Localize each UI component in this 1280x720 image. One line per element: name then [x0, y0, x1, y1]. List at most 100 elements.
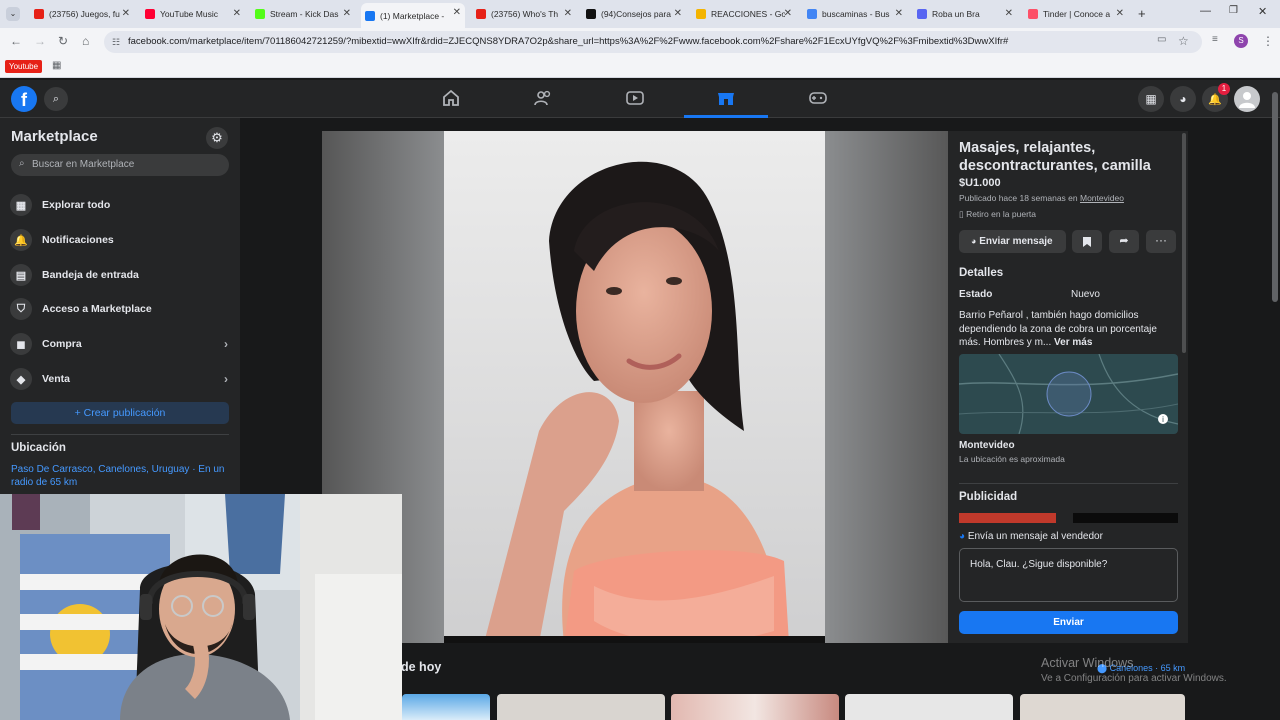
friends-nav-icon[interactable] [533, 88, 553, 108]
restore-button[interactable]: ❐ [1229, 5, 1238, 16]
see-more-link[interactable]: Ver más [1054, 337, 1092, 348]
browser-tab[interactable]: (23756) Juegos, fu ✕ [30, 4, 134, 24]
listing-thumbnail[interactable] [845, 694, 1013, 720]
video-nav-icon[interactable] [625, 88, 645, 108]
listing-price: $U1.000 [959, 177, 1001, 189]
tab-title: (94)Consejos para [601, 9, 671, 19]
tab-close-icon[interactable]: ✕ [453, 7, 461, 18]
chevron-right-icon: › [224, 372, 228, 386]
published-place-link[interactable]: Montevideo [1080, 193, 1124, 203]
listing-published: Publicado hace 18 semanas en Montevideo [959, 193, 1124, 203]
bookmark-star-icon[interactable]: ☆ [1178, 34, 1189, 48]
listing-thumbnail[interactable] [497, 694, 665, 720]
tab-favicon-icon [1028, 9, 1038, 19]
browser-tab[interactable]: buscaminas - Bus ✕ [803, 4, 907, 24]
sidebar-item-label: Explorar todo [42, 199, 111, 211]
shield-icon: ⛉ [10, 298, 32, 320]
profile-avatar[interactable]: S [1234, 34, 1248, 48]
seller-message-heading-text: Envía un mensaje al vendedor [967, 531, 1103, 542]
site-info-icon[interactable]: ☷ [112, 31, 120, 53]
ad-thumbnail[interactable] [959, 513, 1056, 523]
tab-favicon-icon [255, 9, 265, 19]
tab-search-dropdown[interactable]: ⌄ [6, 7, 20, 21]
install-app-icon[interactable]: ▭ [1157, 34, 1166, 45]
browser-tab[interactable]: YouTube Music ✕ [141, 4, 245, 24]
bell-icon: 🔔 [10, 229, 32, 251]
apps-grid-icon[interactable]: ▦ [52, 60, 61, 71]
more-options-button[interactable]: ··· [1146, 230, 1176, 253]
tab-close-icon[interactable]: ✕ [564, 8, 572, 19]
detail-scrollbar[interactable] [1182, 133, 1186, 353]
location-link[interactable]: Paso De Carrasco, Canelones, Uruguay · E… [11, 463, 226, 489]
seller-message-input[interactable]: Hola, Clau. ¿Sigue disponible? [959, 548, 1178, 602]
sidebar-item-acceso-a-marketplace[interactable]: ⛉ Acceso a Marketplace [10, 294, 230, 324]
minimize-button[interactable]: — [1200, 5, 1211, 17]
reading-list-icon[interactable]: ≡ [1212, 34, 1218, 45]
messenger-icon[interactable]: ◕ [1170, 86, 1196, 112]
share-button[interactable]: ➦ [1109, 230, 1139, 253]
settings-gear-icon[interactable]: ⚙ [206, 127, 228, 149]
marketplace-nav-active-bar [684, 115, 768, 118]
tab-close-icon[interactable]: ✕ [895, 8, 903, 19]
tab-close-icon[interactable]: ✕ [1005, 8, 1013, 19]
ad-thumbnail[interactable] [1073, 513, 1178, 523]
forward-icon[interactable]: → [34, 34, 46, 48]
bookmarks-bar: Youtube ▦ [0, 56, 1280, 78]
new-tab-button[interactable]: + [1138, 6, 1146, 21]
marketplace-nav-icon[interactable] [716, 88, 736, 108]
menu-grid-icon[interactable]: ▦ [1138, 86, 1164, 112]
browser-tab[interactable]: Stream - Kick Das ✕ [251, 4, 355, 24]
share-arrow-icon: ➦ [1119, 235, 1129, 247]
tab-close-icon[interactable]: ✕ [122, 8, 130, 19]
browser-tab[interactable]: (23756) Who's Th ✕ [472, 4, 576, 24]
search-icon[interactable]: ⌕ [44, 87, 68, 111]
close-window-button[interactable]: ✕ [1258, 5, 1267, 18]
sidebar-item-compra[interactable]: ◼ Compra › [10, 329, 230, 359]
reload-icon[interactable]: ↻ [58, 34, 68, 48]
browser-tab[interactable]: (94)Consejos para ✕ [582, 4, 686, 24]
send-button[interactable]: Enviar [959, 611, 1178, 634]
home-nav-icon[interactable] [441, 88, 461, 108]
tab-close-icon[interactable]: ✕ [343, 8, 351, 19]
sidebar-item-venta[interactable]: ◆ Venta › [10, 364, 230, 394]
bookmark-youtube[interactable]: Youtube [5, 60, 43, 73]
account-avatar[interactable] [1234, 86, 1260, 112]
chevron-right-icon: › [224, 337, 228, 351]
send-message-button[interactable]: ◕ Enviar mensaje [959, 230, 1066, 253]
gaming-nav-icon[interactable] [808, 88, 828, 108]
tab-close-icon[interactable]: ✕ [233, 8, 241, 19]
listing-thumbnail[interactable] [1020, 694, 1185, 720]
search-marketplace-input[interactable]: ⌕ Buscar en Marketplace [11, 154, 229, 176]
ellipsis-icon: ··· [1155, 233, 1167, 247]
home-icon[interactable]: ⌂ [82, 34, 89, 48]
listing-photo[interactable] [444, 131, 825, 643]
back-icon[interactable]: ← [10, 34, 22, 48]
streamer-webcam-overlay [0, 494, 402, 720]
tab-close-icon[interactable]: ✕ [674, 8, 682, 19]
browser-tab[interactable]: REACCIONES - Go ✕ [692, 4, 796, 24]
sidebar-item-notificaciones[interactable]: 🔔 Notificaciones [10, 225, 230, 255]
sidebar-item-label: Notificaciones [42, 234, 114, 246]
map-note: La ubicación es aproximada [959, 454, 1065, 464]
url-field[interactable]: ☷ facebook.com/marketplace/item/70118604… [104, 31, 1202, 53]
sidebar-title: Marketplace [11, 128, 98, 145]
listing-thumbnail[interactable] [671, 694, 839, 720]
page-scrollbar[interactable] [1272, 92, 1278, 302]
save-button[interactable] [1072, 230, 1102, 253]
browser-tab[interactable]: Tinder | Conoce a ✕ [1024, 4, 1128, 24]
sidebar-item-explorar-todo[interactable]: ▦ Explorar todo [10, 190, 230, 220]
browser-tab[interactable]: (1) Marketplace - ✕ [361, 3, 465, 28]
listing-thumbnail[interactable] [402, 694, 490, 720]
search-marketplace-icon: ⌕ [19, 158, 25, 169]
browser-menu-icon[interactable]: ⋮ [1262, 34, 1274, 48]
create-listing-button[interactable]: + Crear publicación [11, 402, 229, 424]
sidebar-item-bandeja-de-entrada[interactable]: ▤ Bandeja de entrada [10, 260, 230, 290]
browser-tab[interactable]: Roba un Bra ✕ [913, 4, 1017, 24]
notification-badge: 1 [1218, 83, 1230, 95]
tab-close-icon[interactable]: ✕ [784, 8, 792, 19]
tab-close-icon[interactable]: ✕ [1116, 8, 1124, 19]
facebook-logo-icon[interactable]: f [11, 86, 37, 112]
tab-favicon-icon [34, 9, 44, 19]
tab-title: Tinder | Conoce a [1043, 9, 1111, 19]
location-map[interactable]: i [959, 354, 1178, 434]
